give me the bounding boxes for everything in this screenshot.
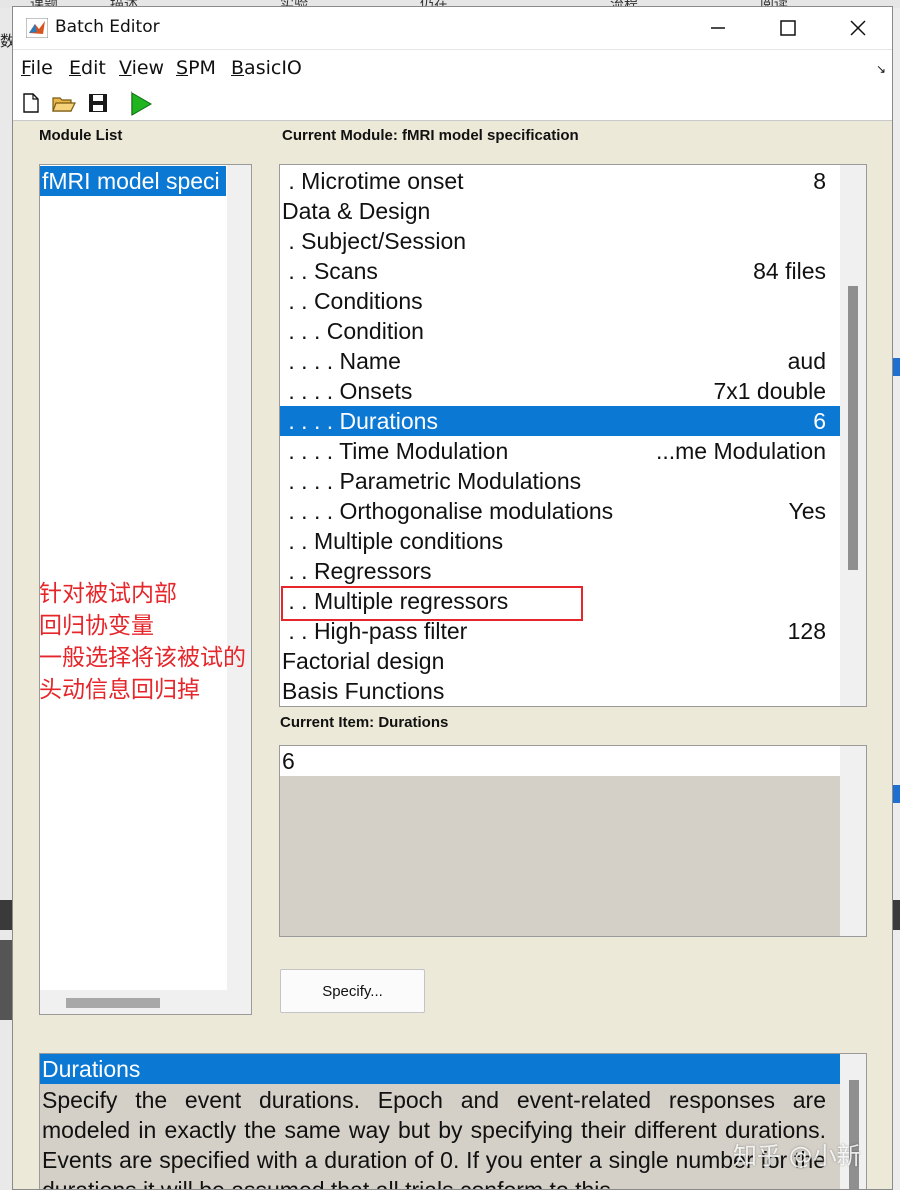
tree-row-label: . . . . Time Modulation bbox=[282, 438, 509, 464]
tree-row[interactable]: . . . Condition bbox=[280, 316, 840, 346]
background-window-right bbox=[893, 8, 900, 1190]
run-icon bbox=[131, 92, 152, 116]
tree-row-label: . Microtime onset bbox=[282, 168, 464, 194]
dock-arrow-icon[interactable]: ↘ bbox=[876, 62, 886, 76]
tree-row[interactable]: . . . . Durations 6 bbox=[280, 406, 840, 436]
annotation-line: 针对被试内部 bbox=[39, 581, 177, 607]
window-title: Batch Editor bbox=[55, 17, 160, 37]
save-button[interactable] bbox=[86, 91, 110, 115]
open-folder-icon bbox=[52, 97, 76, 112]
background-block bbox=[0, 940, 12, 1020]
current-item-heading: Current Item: Durations bbox=[280, 714, 449, 731]
annotation-line: 一般选择将该被试的 bbox=[39, 645, 246, 671]
tree-row[interactable]: . . Scans 84 files bbox=[280, 256, 840, 286]
specify-button[interactable]: Specify... bbox=[280, 969, 425, 1013]
annotation-line: 回归协变量 bbox=[39, 613, 154, 639]
module-list-item[interactable]: fMRI model speci bbox=[40, 166, 226, 196]
background-block bbox=[893, 785, 900, 803]
maximize-button[interactable] bbox=[773, 15, 803, 41]
annotation-line: 头动信息回归掉 bbox=[39, 677, 200, 703]
tree-row-value: 8 bbox=[813, 168, 826, 194]
menu-bar: File Edit View SPM BasicIO ↘ bbox=[13, 49, 892, 85]
tree-row-label: . . . . Orthogonalise modulations bbox=[282, 498, 614, 524]
help-text: Specify the event durations. Epoch and e… bbox=[42, 1087, 826, 1190]
save-icon bbox=[89, 94, 107, 112]
tree-row-label: . . . . Parametric Modulations bbox=[282, 468, 582, 494]
minimize-button[interactable] bbox=[703, 15, 733, 41]
menu-file[interactable]: File bbox=[21, 57, 53, 79]
tree-row-label: Factorial design bbox=[282, 648, 445, 674]
tree-row-label: Basis Functions bbox=[282, 678, 445, 704]
close-button[interactable] bbox=[843, 15, 873, 41]
tree-vertical-scrollbar[interactable] bbox=[840, 165, 866, 706]
tree-row[interactable]: . . . . Orthogonalise modulations Yes bbox=[280, 496, 840, 526]
tree-row[interactable]: . . . . Parametric Modulations bbox=[280, 466, 840, 496]
tree-row-label: . . . . Name bbox=[282, 348, 401, 374]
tree-row-value: Yes bbox=[788, 498, 826, 524]
scrollbar-thumb[interactable] bbox=[66, 998, 160, 1008]
current-module-heading: Current Module: fMRI model specification bbox=[282, 127, 579, 144]
watermark: 知乎 @小新 bbox=[733, 1142, 861, 1170]
tree-row-value: 6 bbox=[813, 408, 826, 434]
scrollbar-thumb[interactable] bbox=[849, 1080, 859, 1189]
tree-row-label: . . . . Durations bbox=[282, 408, 438, 434]
tree-row[interactable]: Basis Functions bbox=[280, 676, 840, 706]
run-button[interactable] bbox=[128, 91, 152, 116]
tree-row[interactable]: . . Regressors bbox=[280, 556, 840, 586]
module-list-horizontal-scrollbar[interactable] bbox=[40, 990, 251, 1014]
tree-row-value: 128 bbox=[787, 618, 826, 644]
menu-view[interactable]: View bbox=[119, 57, 164, 79]
batch-editor-window: Batch Editor File Edit View SPM BasicIO … bbox=[12, 6, 893, 1190]
current-module-tree[interactable]: Basis Functions Factorial design . . High… bbox=[279, 164, 867, 707]
title-bar[interactable]: Batch Editor bbox=[13, 7, 892, 49]
help-title: Durations bbox=[40, 1054, 840, 1084]
tree-row[interactable]: Data & Design bbox=[280, 196, 840, 226]
tree-row-label: . . Regressors bbox=[282, 558, 432, 584]
new-file-icon bbox=[23, 93, 39, 113]
background-block bbox=[0, 900, 12, 930]
tree-row[interactable]: . . . . Time Modulation ...me Modulation bbox=[280, 436, 840, 466]
tree-row[interactable]: . . Conditions bbox=[280, 286, 840, 316]
maximize-icon bbox=[780, 20, 796, 36]
minimize-icon bbox=[711, 27, 725, 29]
annotation-highlight-box bbox=[281, 586, 583, 621]
module-list-vertical-scrollbar[interactable] bbox=[227, 165, 251, 990]
tree-row[interactable]: . Microtime onset 8 bbox=[280, 166, 840, 196]
close-icon bbox=[850, 20, 866, 36]
menu-edit[interactable]: Edit bbox=[69, 57, 106, 79]
current-item-scrollbar[interactable] bbox=[840, 746, 866, 936]
current-item-value[interactable]: 6 bbox=[280, 746, 840, 776]
new-button[interactable] bbox=[19, 91, 43, 115]
toolbar bbox=[13, 85, 892, 121]
tree-row[interactable]: . . . . Name aud bbox=[280, 346, 840, 376]
menu-basicio[interactable]: BasicIO bbox=[231, 57, 302, 79]
tree-row-label: . . Scans bbox=[282, 258, 378, 284]
tree-row-label: . . Conditions bbox=[282, 288, 423, 314]
tree-row[interactable]: Factorial design bbox=[280, 646, 840, 676]
tree-row-value: aud bbox=[787, 348, 826, 374]
tree-row[interactable]: . . Multiple conditions bbox=[280, 526, 840, 556]
module-list-heading: Module List bbox=[39, 127, 123, 144]
tree-row-label: . . Multiple conditions bbox=[282, 528, 504, 554]
tree-row[interactable]: . Subject/Session bbox=[280, 226, 840, 256]
tree-row-label: . . . Condition bbox=[282, 318, 424, 344]
background-block bbox=[893, 358, 900, 376]
tree-row[interactable]: . . . . Onsets 7x1 double bbox=[280, 376, 840, 406]
menu-spm[interactable]: SPM bbox=[176, 57, 216, 79]
background-block bbox=[893, 900, 900, 930]
tree-row-label: . Subject/Session bbox=[282, 228, 467, 254]
tree-row-label: Data & Design bbox=[282, 198, 431, 224]
tree-row-value: 7x1 double bbox=[713, 378, 826, 404]
open-button[interactable] bbox=[51, 91, 76, 115]
tree-row-value: 84 files bbox=[753, 258, 826, 284]
scrollbar-thumb[interactable] bbox=[848, 286, 858, 570]
matlab-app-icon bbox=[26, 18, 48, 38]
tree-row-label: . . . . Onsets bbox=[282, 378, 413, 404]
tree-row-value: ...me Modulation bbox=[655, 438, 826, 464]
current-item-panel[interactable]: 6 bbox=[279, 745, 867, 937]
